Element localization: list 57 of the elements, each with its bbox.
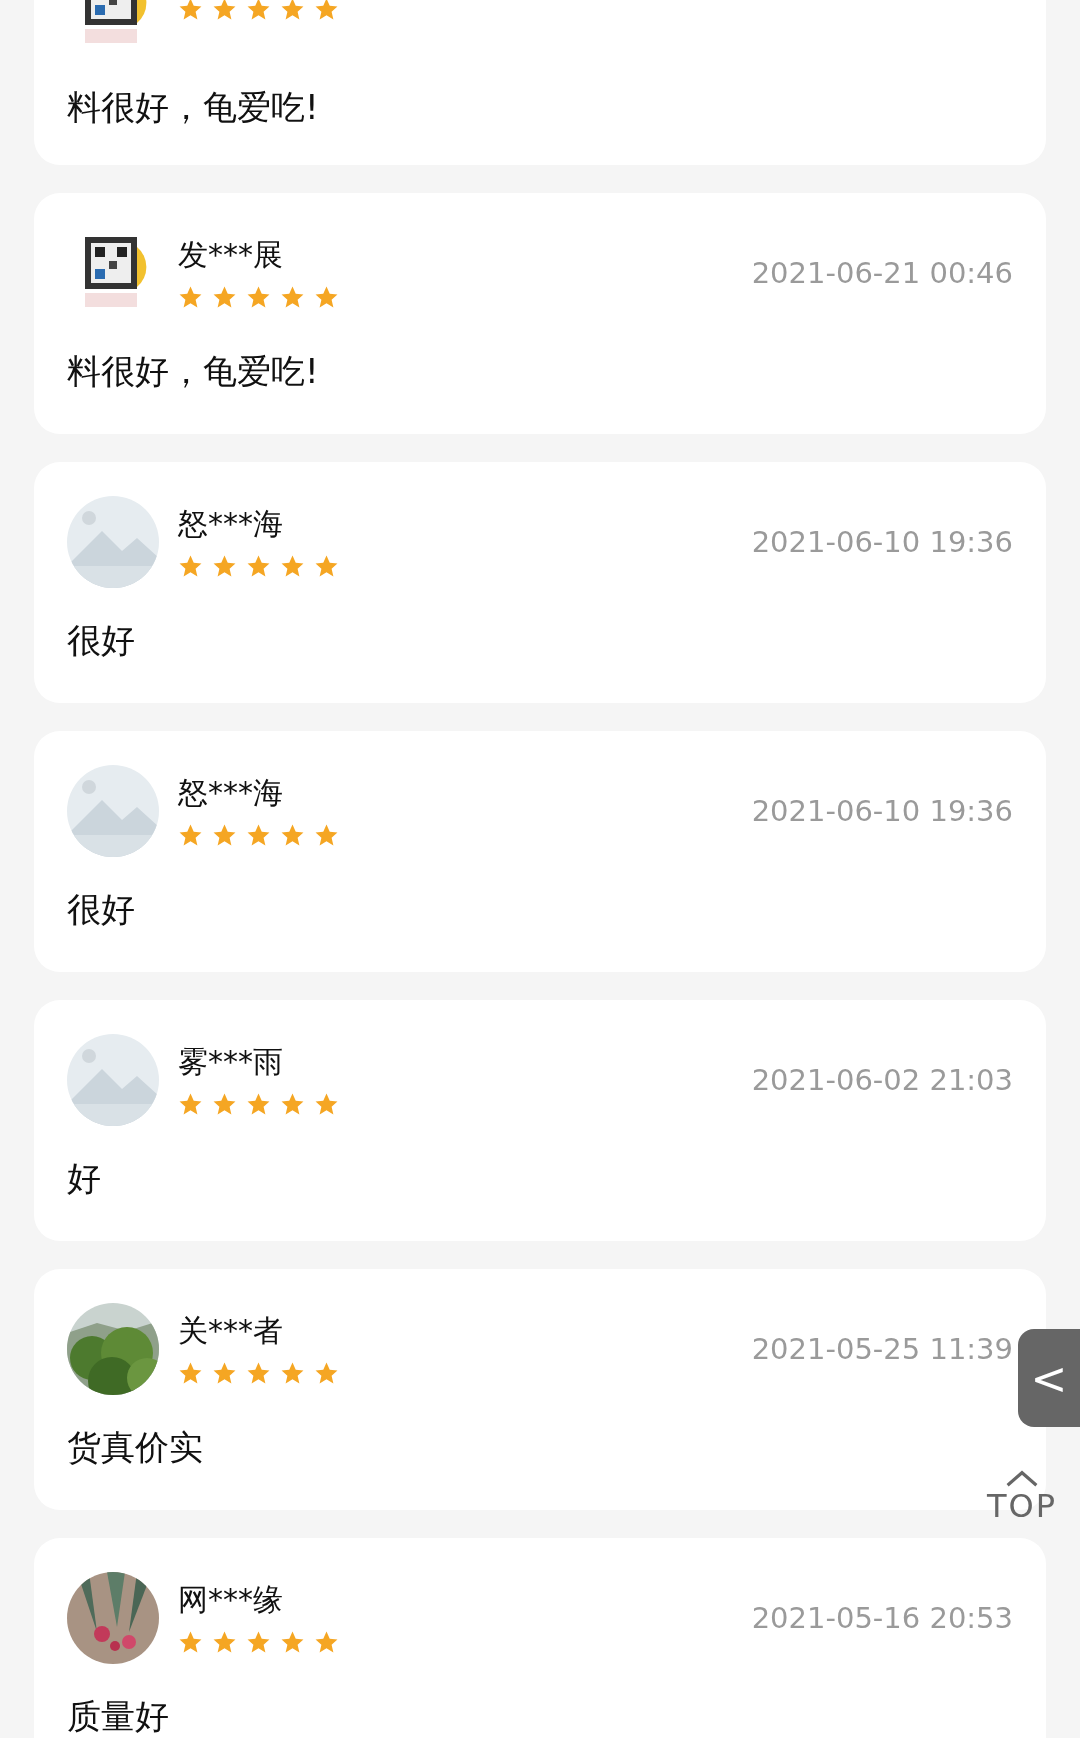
review-date: 2021-06-10 19:36 — [751, 525, 1013, 559]
star-icon — [178, 1360, 203, 1386]
star-icon — [314, 284, 339, 310]
star-icon — [246, 284, 271, 310]
star-icon — [280, 284, 305, 310]
star-icon — [246, 1360, 271, 1386]
user-name: 雾***雨 — [178, 1043, 284, 1080]
star-icon — [246, 1091, 271, 1117]
review-text: 料很好，龟爱吃! — [67, 350, 319, 393]
review-date: 2021-06-02 21:03 — [751, 1063, 1013, 1097]
star-icon — [280, 1629, 305, 1655]
review-date: 2021-06-10 19:36 — [751, 794, 1013, 828]
star-icon — [212, 553, 237, 579]
star-icon — [280, 553, 305, 579]
star-icon — [280, 0, 305, 22]
star-icon — [246, 0, 271, 22]
star-icon — [178, 822, 203, 848]
star-icon — [246, 1629, 271, 1655]
star-icon — [212, 0, 237, 22]
star-icon — [178, 553, 203, 579]
review-text: 好 — [67, 1157, 101, 1200]
star-icon — [246, 822, 271, 848]
back-button[interactable]: < — [1018, 1329, 1080, 1427]
user-name: 关***者 — [178, 1312, 284, 1349]
star-icon — [314, 1360, 339, 1386]
star-icon — [212, 284, 237, 310]
star-icon — [280, 822, 305, 848]
star-icon — [178, 284, 203, 310]
star-icon — [314, 0, 339, 22]
star-icon — [178, 0, 203, 22]
review-text: 质量好 — [67, 1695, 169, 1738]
star-icon — [246, 553, 271, 579]
star-icon — [212, 822, 237, 848]
star-icon — [212, 1360, 237, 1386]
star-icon — [212, 1091, 237, 1117]
review-text: 料很好，龟爱吃! — [67, 86, 319, 129]
review-date: 2021-06-21 00:46 — [751, 256, 1013, 290]
star-icon — [314, 1629, 339, 1655]
review-text: 很好 — [67, 888, 135, 931]
user-name: 怒***海 — [178, 774, 284, 811]
chevron-up-icon — [1004, 1470, 1040, 1488]
user-name: 怒***海 — [178, 505, 284, 542]
star-icon — [178, 1091, 203, 1117]
review-date: 2021-05-16 20:53 — [751, 1601, 1013, 1635]
star-icon — [280, 1360, 305, 1386]
user-name: 网***缘 — [178, 1581, 284, 1618]
user-name: 发***展 — [178, 236, 284, 273]
review-date: 2021-05-25 11:39 — [751, 1332, 1013, 1366]
star-icon — [314, 1091, 339, 1117]
star-icon — [178, 1629, 203, 1655]
star-icon — [212, 1629, 237, 1655]
review-text: 货真价实 — [67, 1426, 203, 1469]
star-icon — [314, 553, 339, 579]
star-icon — [280, 1091, 305, 1117]
back-to-top-button[interactable]: TOP — [982, 1470, 1062, 1524]
review-text: 很好 — [67, 619, 135, 662]
star-icon — [314, 822, 339, 848]
